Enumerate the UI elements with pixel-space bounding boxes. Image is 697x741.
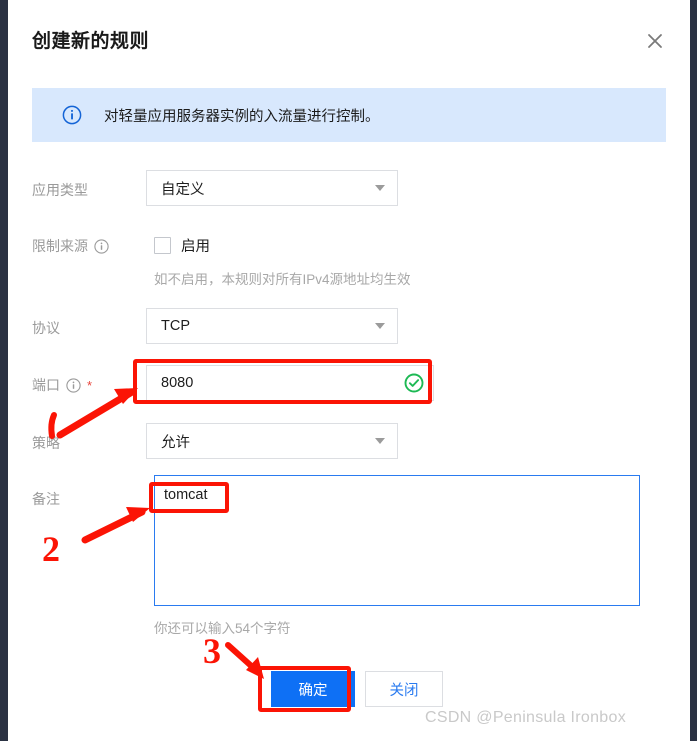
protocol-value: TCP [161,318,190,334]
chevron-down-icon [375,323,385,329]
remark-label: 备注 [32,491,60,507]
info-banner-text: 对轻量应用服务器实例的入流量进行控制。 [104,108,380,125]
chevron-down-icon [375,438,385,444]
remark-value: tomcat [164,487,208,503]
policy-select[interactable]: 允许 [146,423,398,459]
confirm-button[interactable]: 确定 [271,671,355,707]
check-circle-green-icon [404,373,424,393]
required-asterisk: * [87,377,93,393]
port-value: 8080 [161,375,194,391]
port-label: 端口 * [32,377,93,393]
restrict-source-help-text: 如不启用，本规则对所有IPv4源地址均生效 [154,272,411,287]
chevron-down-icon [375,185,385,191]
create-rule-dialog: 创建新的规则 对轻量应用服务器实例的入流量进行控制。 应用类型 自定义 限制来源… [8,0,690,741]
app-type-select[interactable]: 自定义 [146,170,398,206]
policy-label: 策略 [32,435,60,451]
protocol-select[interactable]: TCP [146,308,398,344]
info-banner: 对轻量应用服务器实例的入流量进行控制。 [32,88,666,142]
restrict-source-label: 限制来源 [32,236,109,256]
screen-root: 创建新的规则 对轻量应用服务器实例的入流量进行控制。 应用类型 自定义 限制来源… [0,0,697,741]
app-type-label: 应用类型 [32,182,88,198]
checkbox-box [154,237,171,254]
watermark: CSDN @Peninsula Ironbox [425,709,627,726]
info-circle-small-icon[interactable] [94,238,109,254]
text-cursor [226,485,227,504]
restrict-source-checkbox-label: 启用 [181,239,210,255]
port-input[interactable]: 8080 [146,365,434,401]
background-right-sidebar [690,0,697,741]
info-circle-small-icon[interactable] [66,377,81,393]
remark-textarea[interactable]: tomcat [154,475,640,606]
background-left-sidebar [0,0,8,741]
dialog-title: 创建新的规则 [32,31,150,52]
close-icon[interactable] [642,28,668,54]
close-button[interactable]: 关闭 [365,671,443,707]
info-circle-icon [62,105,82,125]
dialog-header: 创建新的规则 [8,0,690,76]
app-type-value: 自定义 [161,181,205,198]
policy-value: 允许 [161,434,190,451]
remark-char-counter: 你还可以输入54个字符 [154,621,291,636]
restrict-source-checkbox[interactable]: 启用 [154,235,210,256]
protocol-label: 协议 [32,320,60,336]
